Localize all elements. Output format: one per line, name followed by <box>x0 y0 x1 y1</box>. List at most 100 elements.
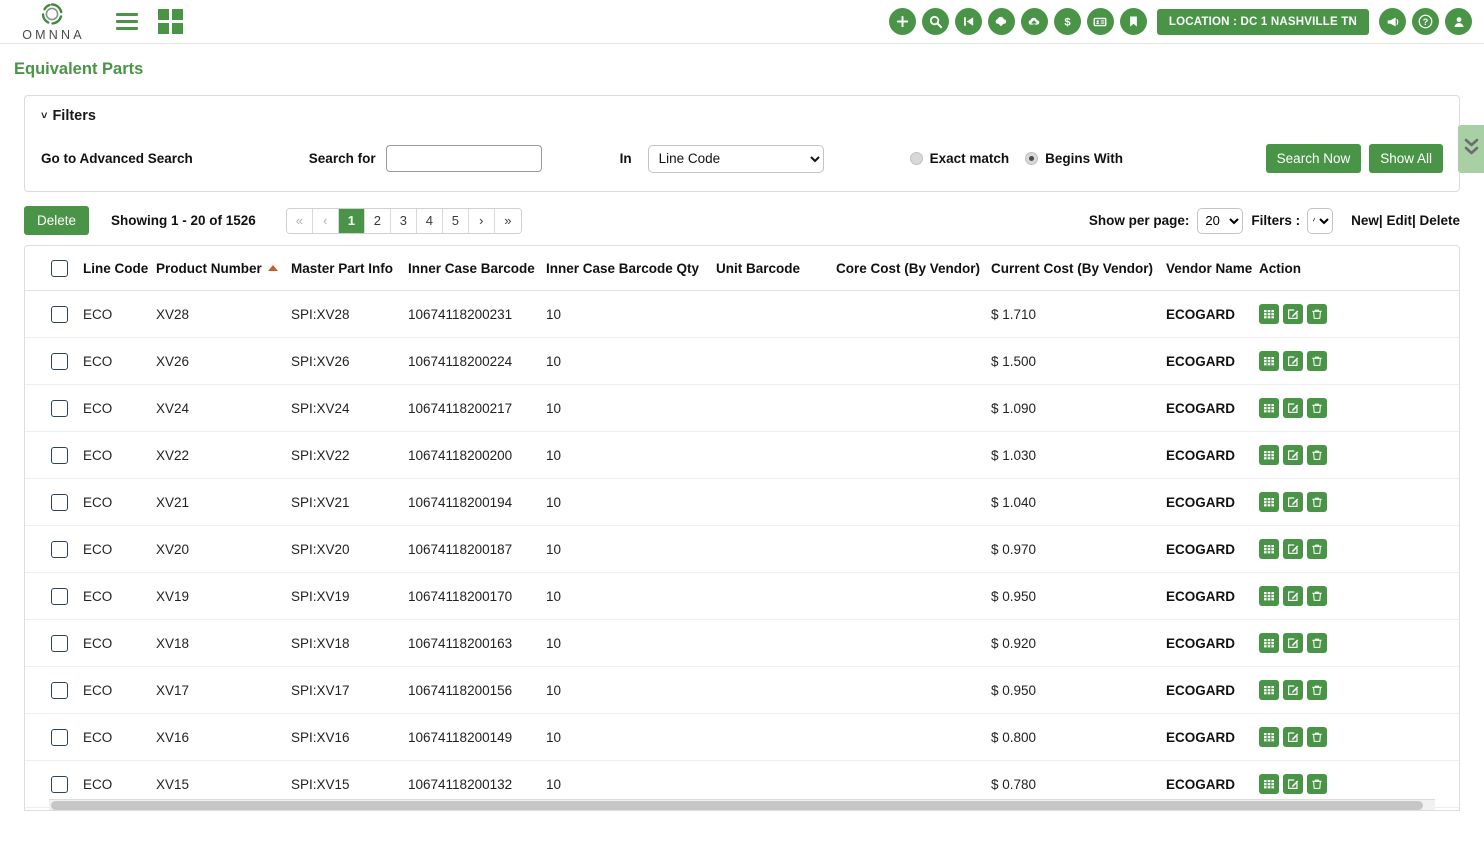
grid-view-icon[interactable] <box>1259 492 1279 512</box>
hamburger-icon[interactable] <box>116 13 138 30</box>
id-card-icon[interactable] <box>1086 8 1114 35</box>
column-header-inner-case-barcode[interactable]: Inner Case Barcode <box>408 246 546 291</box>
delete-icon[interactable] <box>1307 445 1327 465</box>
edit-icon[interactable] <box>1283 633 1303 653</box>
edit-icon[interactable] <box>1283 351 1303 371</box>
edit-icon[interactable] <box>1283 492 1303 512</box>
add-icon[interactable] <box>888 8 916 35</box>
delete-icon[interactable] <box>1307 398 1327 418</box>
row-checkbox[interactable] <box>51 352 68 370</box>
grid-view-icon[interactable] <box>1259 680 1279 700</box>
next-page[interactable]: › <box>468 208 495 233</box>
prev-page[interactable]: ‹ <box>312 208 339 233</box>
row-checkbox[interactable] <box>51 775 68 793</box>
horizontal-scrollbar-thumb[interactable] <box>51 801 1424 810</box>
page-2[interactable]: 2 <box>364 208 391 233</box>
skip-back-icon[interactable] <box>954 8 982 35</box>
table-row[interactable]: ECO XV24 SPI:XV24 10674118200217 10 $ 1.090 EC… <box>25 384 1459 432</box>
delete-icon[interactable] <box>1307 586 1327 606</box>
delete-icon[interactable] <box>1307 304 1327 324</box>
table-row[interactable]: ECO XV20 SPI:XV20 10674118200187 10 $ 0.970 EC… <box>25 525 1459 573</box>
table-row[interactable]: ECO XV19 SPI:XV19 10674118200170 10 $ 0.950 EC… <box>25 572 1459 620</box>
delete-icon[interactable] <box>1307 633 1327 653</box>
edit-icon[interactable] <box>1283 680 1303 700</box>
row-checkbox[interactable] <box>51 399 68 417</box>
megaphone-icon[interactable] <box>1379 8 1406 35</box>
table-row[interactable]: ECO XV16 SPI:XV16 10674118200149 10 $ 0.800 EC… <box>25 713 1459 761</box>
table-row[interactable]: ECO XV26 SPI:XV26 10674118200224 10 $ 1.500 EC… <box>25 337 1459 385</box>
edit-icon[interactable] <box>1283 774 1303 794</box>
radio-exact-match[interactable]: Exact match <box>909 151 1009 166</box>
row-checkbox[interactable] <box>51 728 68 746</box>
grid-apps-icon[interactable] <box>158 9 183 34</box>
edit-icon[interactable] <box>1283 304 1303 324</box>
row-checkbox[interactable] <box>51 493 68 511</box>
grid-view-icon[interactable] <box>1259 774 1279 794</box>
search-now-button[interactable]: Search Now <box>1265 144 1362 173</box>
search-icon[interactable] <box>921 8 949 35</box>
brand-logo[interactable]: OMNNA <box>4 1 100 42</box>
per-page-select[interactable]: 2050100 <box>1197 207 1244 234</box>
grid-view-icon[interactable] <box>1259 633 1279 653</box>
row-checkbox[interactable] <box>51 634 68 652</box>
cloud-upload-icon[interactable] <box>1020 8 1048 35</box>
column-header-core-cost[interactable]: Core Cost (By Vendor) <box>836 246 991 291</box>
column-header-vendor-name[interactable]: Vendor Name <box>1166 246 1259 291</box>
edit-icon[interactable] <box>1283 539 1303 559</box>
edit-icon[interactable] <box>1283 727 1303 747</box>
last-page[interactable]: » <box>494 208 521 233</box>
saved-filters-select[interactable]: ⁄ <box>1307 207 1334 234</box>
filters-toggle[interactable]: ˅ Filters <box>41 108 96 124</box>
grid-view-icon[interactable] <box>1259 304 1279 324</box>
page-3[interactable]: 3 <box>390 208 417 233</box>
advanced-search-link[interactable]: Go to Advanced Search <box>41 151 193 166</box>
column-header-product-number[interactable]: Product Number <box>156 246 291 291</box>
row-checkbox[interactable] <box>51 587 68 605</box>
dollar-icon[interactable]: $ <box>1053 8 1081 35</box>
column-header-current-cost[interactable]: Current Cost (By Vendor) <box>991 246 1166 291</box>
column-header-master-part-info[interactable]: Master Part Info <box>291 246 408 291</box>
cloud-download-icon[interactable] <box>987 8 1015 35</box>
location-badge[interactable]: LOCATION : DC 1 NASHVILLE TN <box>1156 8 1369 35</box>
first-page[interactable]: « <box>286 208 313 233</box>
new-edit-delete-links[interactable]: New| Edit| Delete <box>1351 213 1460 228</box>
table-row[interactable]: ECO XV22 SPI:XV22 10674118200200 10 $ 1.030 EC… <box>25 431 1459 479</box>
page-4[interactable]: 4 <box>416 208 443 233</box>
bookmark-icon[interactable] <box>1119 8 1147 35</box>
table-row[interactable]: ECO XV28 SPI:XV28 10674118200231 10 $ 1.710 EC… <box>25 290 1459 338</box>
grid-view-icon[interactable] <box>1259 445 1279 465</box>
delete-icon[interactable] <box>1307 774 1327 794</box>
row-checkbox[interactable] <box>51 681 68 699</box>
grid-view-icon[interactable] <box>1259 586 1279 606</box>
search-field-select[interactable]: Line CodeProduct NumberMaster Part InfoI… <box>647 144 824 173</box>
grid-view-icon[interactable] <box>1259 398 1279 418</box>
page-1[interactable]: 1 <box>338 208 365 233</box>
help-circle-icon[interactable]: ? <box>1412 8 1439 35</box>
horizontal-scrollbar[interactable] <box>49 799 1435 810</box>
panel-collapse-tab[interactable] <box>1458 125 1484 173</box>
edit-icon[interactable] <box>1283 586 1303 606</box>
delete-icon[interactable] <box>1307 539 1327 559</box>
grid-view-icon[interactable] <box>1259 351 1279 371</box>
edit-icon[interactable] <box>1283 445 1303 465</box>
user-account-icon[interactable] <box>1445 8 1472 35</box>
column-header-unit-barcode[interactable]: Unit Barcode <box>716 246 836 291</box>
radio-begins-with[interactable]: Begins With <box>1025 151 1123 166</box>
row-checkbox[interactable] <box>51 446 68 464</box>
delete-icon[interactable] <box>1307 492 1327 512</box>
show-all-button[interactable]: Show All <box>1369 144 1443 173</box>
page-5[interactable]: 5 <box>442 208 469 233</box>
column-header-line-code[interactable]: Line Code <box>83 246 156 291</box>
grid-view-icon[interactable] <box>1259 727 1279 747</box>
delete-icon[interactable] <box>1307 680 1327 700</box>
delete-icon[interactable] <box>1307 351 1327 371</box>
delete-icon[interactable] <box>1307 727 1327 747</box>
delete-button[interactable]: Delete <box>24 206 90 235</box>
table-row[interactable]: ECO XV18 SPI:XV18 10674118200163 10 $ 0.920 EC… <box>25 619 1459 667</box>
select-all-checkbox[interactable] <box>51 260 68 277</box>
row-checkbox[interactable] <box>51 540 68 558</box>
table-row[interactable]: ECO XV17 SPI:XV17 10674118200156 10 $ 0.950 EC… <box>25 666 1459 714</box>
search-input[interactable] <box>385 145 542 172</box>
edit-icon[interactable] <box>1283 398 1303 418</box>
grid-view-icon[interactable] <box>1259 539 1279 559</box>
